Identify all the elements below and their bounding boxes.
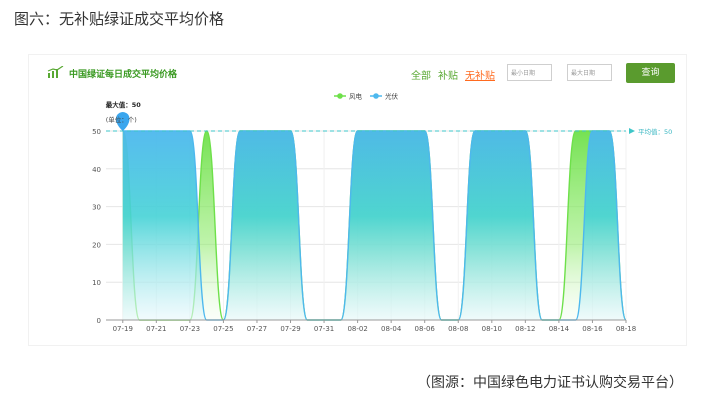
- chart-panel: 中国绿证每日成交平均价格 全部 补贴 无补贴 最小日期 至 最大日期 查询 01…: [29, 55, 686, 345]
- x-tick-label: 08-16: [582, 325, 603, 333]
- x-tick-label: 08-14: [549, 325, 570, 333]
- y-tick-label: 40: [92, 166, 101, 174]
- average-label: 平均值：50: [638, 127, 672, 136]
- x-tick-label: 08-06: [415, 325, 436, 333]
- x-tick-label: 08-10: [482, 325, 502, 333]
- legend-swatch-dot: [373, 93, 379, 99]
- y-tick-label: 0: [97, 317, 101, 325]
- x-tick-label: 08-08: [448, 325, 468, 333]
- x-tick-label: 07-23: [180, 325, 200, 333]
- x-tick-label: 07-27: [247, 325, 267, 333]
- x-tick-label: 07-31: [314, 325, 334, 333]
- y-tick-label: 20: [92, 241, 101, 249]
- average-arrow-icon: [629, 128, 635, 134]
- legend-label: 风电: [349, 92, 363, 101]
- x-tick-label: 07-25: [213, 325, 233, 333]
- max-label: 最大值：50: [106, 100, 142, 109]
- legend-label: 光伏: [385, 92, 399, 101]
- x-tick-label: 07-29: [280, 325, 300, 333]
- y-tick-label: 30: [92, 204, 101, 212]
- x-tick-label: 08-12: [515, 325, 535, 333]
- y-tick-label: 10: [92, 279, 101, 287]
- chart-svg: 0 10 20 30 40 50 07-19 07-21 07-23 07-25 07-27 07-2…: [92, 92, 672, 334]
- figure-title: 图六：无补贴绿证成交平均价格: [14, 10, 225, 28]
- x-tick-label: 07-19: [113, 325, 133, 333]
- x-tick-label: 08-04: [381, 325, 402, 333]
- legend-swatch-dot: [337, 93, 343, 99]
- x-tick-label: 08-18: [616, 325, 636, 333]
- y-unit-label: (单位：个): [106, 115, 137, 124]
- source-note: （图源：中国绿色电力证书认购交易平台）: [417, 375, 683, 391]
- x-tick-label: 07-21: [146, 325, 166, 333]
- x-tick-label: 08-02: [347, 325, 367, 333]
- y-tick-label: 50: [92, 128, 101, 136]
